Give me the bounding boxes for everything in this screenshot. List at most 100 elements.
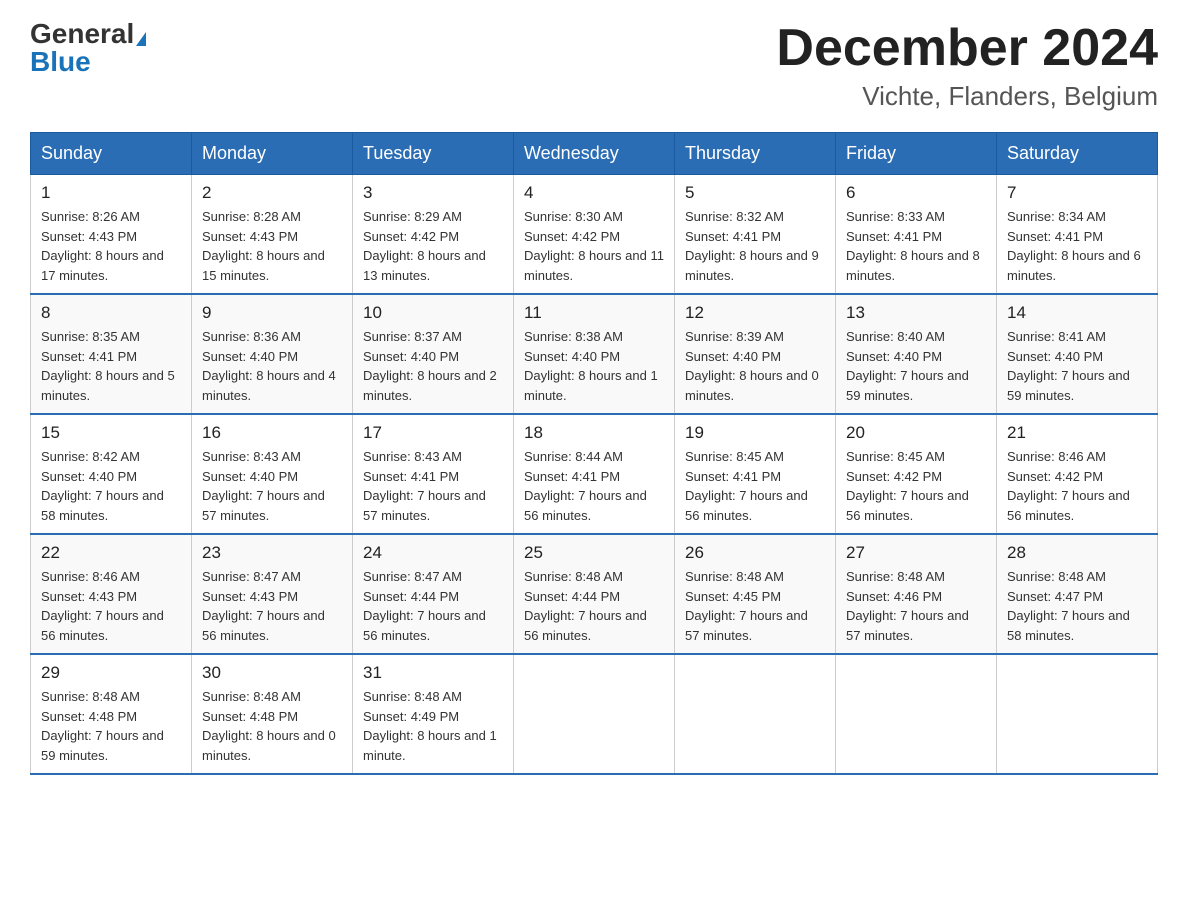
header-friday: Friday	[836, 133, 997, 175]
day-cell: 29 Sunrise: 8:48 AMSunset: 4:48 PMDayligh…	[31, 654, 192, 774]
day-number: 2	[202, 183, 342, 203]
day-number: 6	[846, 183, 986, 203]
day-number: 22	[41, 543, 181, 563]
day-cell: 30 Sunrise: 8:48 AMSunset: 4:48 PMDayligh…	[192, 654, 353, 774]
calendar-table: SundayMondayTuesdayWednesdayThursdayFrid…	[30, 132, 1158, 775]
day-info: Sunrise: 8:32 AMSunset: 4:41 PMDaylight:…	[685, 207, 825, 285]
day-number: 19	[685, 423, 825, 443]
day-info: Sunrise: 8:38 AMSunset: 4:40 PMDaylight:…	[524, 327, 664, 405]
day-info: Sunrise: 8:48 AMSunset: 4:46 PMDaylight:…	[846, 567, 986, 645]
day-number: 31	[363, 663, 503, 683]
day-cell: 8Sunrise: 8:35 AMSunset: 4:41 PMDaylight…	[31, 294, 192, 414]
day-info: Sunrise: 8:30 AMSunset: 4:42 PMDaylight:…	[524, 207, 664, 285]
day-info: Sunrise: 8:41 AMSunset: 4:40 PMDaylight:…	[1007, 327, 1147, 405]
day-info: Sunrise: 8:48 AMSunset: 4:44 PMDaylight:…	[524, 567, 664, 645]
day-number: 20	[846, 423, 986, 443]
day-cell: 19Sunrise: 8:45 AMSunset: 4:41 PMDayligh…	[675, 414, 836, 534]
day-info: Sunrise: 8:47 AMSunset: 4:44 PMDaylight:…	[363, 567, 503, 645]
day-cell: 28 Sunrise: 8:48 AMSunset: 4:47 PMDayligh…	[997, 534, 1158, 654]
header-thursday: Thursday	[675, 133, 836, 175]
day-cell: 10 Sunrise: 8:37 AMSunset: 4:40 PMDayligh…	[353, 294, 514, 414]
day-info: Sunrise: 8:48 AMSunset: 4:48 PMDaylight:…	[202, 687, 342, 765]
day-info: Sunrise: 8:37 AMSunset: 4:40 PMDaylight:…	[363, 327, 503, 405]
day-number: 25	[524, 543, 664, 563]
week-row-3: 15 Sunrise: 8:42 AMSunset: 4:40 PMDayligh…	[31, 414, 1158, 534]
day-cell: 21 Sunrise: 8:46 AMSunset: 4:42 PMDayligh…	[997, 414, 1158, 534]
day-cell: 6 Sunrise: 8:33 AMSunset: 4:41 PMDaylight…	[836, 175, 997, 295]
day-info: Sunrise: 8:33 AMSunset: 4:41 PMDaylight:…	[846, 207, 986, 285]
day-info: Sunrise: 8:48 AMSunset: 4:47 PMDaylight:…	[1007, 567, 1147, 645]
day-cell: 11Sunrise: 8:38 AMSunset: 4:40 PMDayligh…	[514, 294, 675, 414]
day-info: Sunrise: 8:46 AMSunset: 4:43 PMDaylight:…	[41, 567, 181, 645]
day-cell: 31Sunrise: 8:48 AMSunset: 4:49 PMDayligh…	[353, 654, 514, 774]
day-info: Sunrise: 8:44 AMSunset: 4:41 PMDaylight:…	[524, 447, 664, 525]
week-row-1: 1 Sunrise: 8:26 AMSunset: 4:43 PMDaylight…	[31, 175, 1158, 295]
day-number: 29	[41, 663, 181, 683]
day-number: 14	[1007, 303, 1147, 323]
day-cell: 3 Sunrise: 8:29 AMSunset: 4:42 PMDaylight…	[353, 175, 514, 295]
day-info: Sunrise: 8:48 AMSunset: 4:45 PMDaylight:…	[685, 567, 825, 645]
header-wednesday: Wednesday	[514, 133, 675, 175]
day-info: Sunrise: 8:46 AMSunset: 4:42 PMDaylight:…	[1007, 447, 1147, 525]
day-cell: 2 Sunrise: 8:28 AMSunset: 4:43 PMDaylight…	[192, 175, 353, 295]
day-info: Sunrise: 8:47 AMSunset: 4:43 PMDaylight:…	[202, 567, 342, 645]
logo-triangle-icon	[136, 32, 146, 46]
day-number: 5	[685, 183, 825, 203]
week-row-2: 8Sunrise: 8:35 AMSunset: 4:41 PMDaylight…	[31, 294, 1158, 414]
header-sunday: Sunday	[31, 133, 192, 175]
day-cell: 4 Sunrise: 8:30 AMSunset: 4:42 PMDaylight…	[514, 175, 675, 295]
day-cell: 20Sunrise: 8:45 AMSunset: 4:42 PMDayligh…	[836, 414, 997, 534]
day-number: 7	[1007, 183, 1147, 203]
logo: General Blue	[30, 20, 146, 76]
day-cell	[675, 654, 836, 774]
day-cell: 26Sunrise: 8:48 AMSunset: 4:45 PMDayligh…	[675, 534, 836, 654]
day-info: Sunrise: 8:26 AMSunset: 4:43 PMDaylight:…	[41, 207, 181, 285]
day-cell: 14 Sunrise: 8:41 AMSunset: 4:40 PMDayligh…	[997, 294, 1158, 414]
page-header: General Blue December 2024 Vichte, Fland…	[30, 20, 1158, 112]
day-cell: 25 Sunrise: 8:48 AMSunset: 4:44 PMDayligh…	[514, 534, 675, 654]
week-row-5: 29 Sunrise: 8:48 AMSunset: 4:48 PMDayligh…	[31, 654, 1158, 774]
day-cell: 13Sunrise: 8:40 AMSunset: 4:40 PMDayligh…	[836, 294, 997, 414]
day-cell: 27 Sunrise: 8:48 AMSunset: 4:46 PMDayligh…	[836, 534, 997, 654]
day-info: Sunrise: 8:43 AMSunset: 4:41 PMDaylight:…	[363, 447, 503, 525]
day-number: 30	[202, 663, 342, 683]
header-row: SundayMondayTuesdayWednesdayThursdayFrid…	[31, 133, 1158, 175]
day-number: 1	[41, 183, 181, 203]
day-number: 12	[685, 303, 825, 323]
day-info: Sunrise: 8:42 AMSunset: 4:40 PMDaylight:…	[41, 447, 181, 525]
day-info: Sunrise: 8:48 AMSunset: 4:48 PMDaylight:…	[41, 687, 181, 765]
day-number: 4	[524, 183, 664, 203]
day-number: 8	[41, 303, 181, 323]
day-info: Sunrise: 8:39 AMSunset: 4:40 PMDaylight:…	[685, 327, 825, 405]
day-number: 28	[1007, 543, 1147, 563]
logo-top-line: General	[30, 20, 146, 48]
logo-general-text: General	[30, 18, 134, 49]
day-number: 18	[524, 423, 664, 443]
day-cell	[514, 654, 675, 774]
header-tuesday: Tuesday	[353, 133, 514, 175]
calendar-header: SundayMondayTuesdayWednesdayThursdayFrid…	[31, 133, 1158, 175]
day-info: Sunrise: 8:28 AMSunset: 4:43 PMDaylight:…	[202, 207, 342, 285]
day-number: 9	[202, 303, 342, 323]
day-cell: 23 Sunrise: 8:47 AMSunset: 4:43 PMDayligh…	[192, 534, 353, 654]
day-cell: 12 Sunrise: 8:39 AMSunset: 4:40 PMDayligh…	[675, 294, 836, 414]
day-cell: 7Sunrise: 8:34 AMSunset: 4:41 PMDaylight…	[997, 175, 1158, 295]
day-cell: 9 Sunrise: 8:36 AMSunset: 4:40 PMDaylight…	[192, 294, 353, 414]
day-number: 23	[202, 543, 342, 563]
day-number: 17	[363, 423, 503, 443]
day-cell	[997, 654, 1158, 774]
day-cell: 1 Sunrise: 8:26 AMSunset: 4:43 PMDaylight…	[31, 175, 192, 295]
day-cell: 22 Sunrise: 8:46 AMSunset: 4:43 PMDayligh…	[31, 534, 192, 654]
day-number: 10	[363, 303, 503, 323]
day-info: Sunrise: 8:29 AMSunset: 4:42 PMDaylight:…	[363, 207, 503, 285]
day-number: 21	[1007, 423, 1147, 443]
day-info: Sunrise: 8:36 AMSunset: 4:40 PMDaylight:…	[202, 327, 342, 405]
day-cell: 17 Sunrise: 8:43 AMSunset: 4:41 PMDayligh…	[353, 414, 514, 534]
day-number: 13	[846, 303, 986, 323]
day-info: Sunrise: 8:43 AMSunset: 4:40 PMDaylight:…	[202, 447, 342, 525]
day-number: 3	[363, 183, 503, 203]
header-saturday: Saturday	[997, 133, 1158, 175]
day-number: 27	[846, 543, 986, 563]
title-block: December 2024 Vichte, Flanders, Belgium	[776, 20, 1158, 112]
day-number: 15	[41, 423, 181, 443]
